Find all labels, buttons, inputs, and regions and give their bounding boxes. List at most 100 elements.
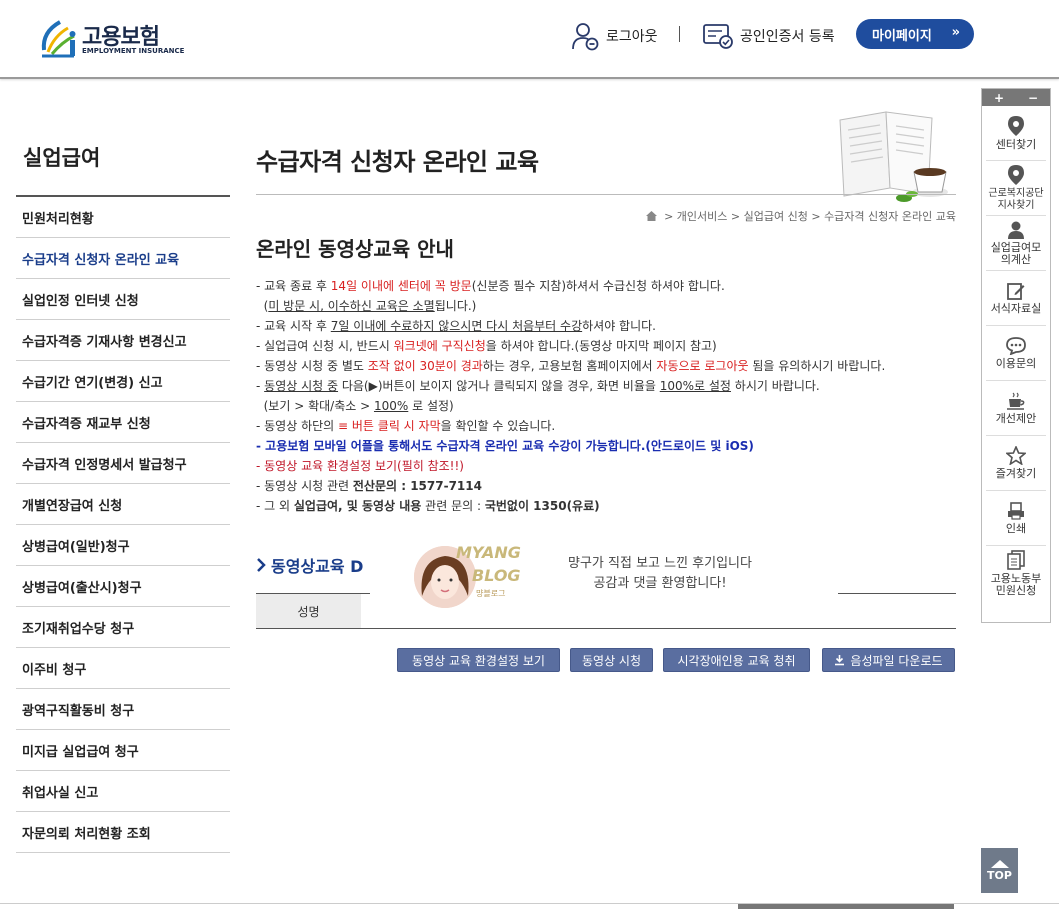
quick-label: 개선제안 xyxy=(995,411,1037,425)
sidebar-item[interactable]: 취업사실 신고 xyxy=(16,771,230,812)
chevron-right-icon xyxy=(257,558,266,572)
notice-line: - 동영상 시청 중 다음(▶)버튼이 보이지 않거나 클릭되지 않을 경우, … xyxy=(256,379,820,393)
chevron-up-icon xyxy=(990,860,1009,868)
sidebar-item[interactable]: 미지급 실업급여 청구 xyxy=(16,730,230,771)
sidebar-item[interactable]: 이주비 청구 xyxy=(16,648,230,689)
breadcrumb-item[interactable]: 수급자격 신청자 온라인 교육 xyxy=(824,208,956,224)
quick-bookmark[interactable]: 즐겨찾기 xyxy=(986,436,1046,491)
notice-line: - 실업급여 신청 시, 반드시 워크넷에 구직신청을 하셔야 합니다.(동영상… xyxy=(256,339,717,353)
mypage-label: 마이페이지 xyxy=(872,28,932,44)
breadcrumb-item[interactable]: 실업급여 신청 xyxy=(744,208,808,224)
blog-overlay-banner: MYANG BLOG 먕블로그 먕구가 직접 보고 느낀 후기입니다 공감과 댓… xyxy=(370,540,838,628)
employment-insurance-logo[interactable]: 고용보험 EMPLOYMENT INSURANCE xyxy=(38,14,184,60)
cert-register-label: 공인인증서 등록 xyxy=(740,29,835,45)
banner-text: 먕구가 직접 보고 느낀 후기입니다 공감과 댓글 환영합니다! xyxy=(568,554,752,594)
banner-logo-sub: 먕블로그 xyxy=(476,589,506,598)
quick-welfare-branch-search[interactable]: 근로복지공단지사찾기 xyxy=(986,161,1046,216)
watch-video-button[interactable]: 동영상 시청 xyxy=(570,648,653,672)
quick-center-search[interactable]: 센터찾기 xyxy=(986,106,1046,161)
quick-label: 실업급여모의계산 xyxy=(990,240,1042,266)
mypage-button[interactable]: 마이페이지 » xyxy=(856,19,974,49)
quick-label: 센터찾기 xyxy=(995,137,1037,151)
sidebar-item-active[interactable]: 수급자격 신청자 온라인 교육 xyxy=(16,238,230,279)
zoom-out-button[interactable]: − xyxy=(1016,89,1050,106)
sidebar-item[interactable]: 수급자격증 기재사항 변경신고 xyxy=(16,320,230,361)
quick-print[interactable]: 인쇄 xyxy=(986,491,1046,546)
footer-bar xyxy=(738,904,954,909)
quick-menu: + − 센터찾기 근로복지공단지사찾기 실업급여모의계산 서식자료실 이용문의 … xyxy=(981,88,1051,623)
quick-label: 고용노동부민원신청 xyxy=(990,572,1042,597)
top-label: TOP xyxy=(987,869,1012,882)
sidebar-item[interactable]: 광역구직활동비 청구 xyxy=(16,689,230,730)
quick-moel-civil[interactable]: 고용노동부민원신청 xyxy=(986,546,1046,601)
breadcrumb-sep: > xyxy=(660,209,677,223)
audio-download-button[interactable]: 음성파일 다운로드 xyxy=(822,648,955,672)
certificate-icon xyxy=(703,24,733,49)
quick-inquiry[interactable]: 이용문의 xyxy=(986,326,1046,381)
coffee-cup-icon xyxy=(1007,392,1025,410)
banner-logo-line2: BLOG xyxy=(472,566,521,585)
quick-label: 인쇄 xyxy=(1005,521,1027,535)
banner-logo-line1: MYANG xyxy=(456,543,521,562)
documents-icon xyxy=(1007,550,1025,570)
double-chevron-right-icon: » xyxy=(951,25,960,40)
edit-document-icon xyxy=(1007,282,1025,300)
logout-link[interactable]: 로그아웃 xyxy=(570,23,658,51)
sidebar-item[interactable]: 개별연장급여 신청 xyxy=(16,484,230,525)
sidebar-item[interactable]: 수급자격증 재교부 신청 xyxy=(16,402,230,443)
sidebar-item[interactable]: 실업인정 인터넷 신청 xyxy=(16,279,230,320)
banner-text-line: 공감과 댓글 환영합니다! xyxy=(593,576,727,591)
location-pin-icon xyxy=(1008,164,1024,185)
subheading-text: 동영상교육 D xyxy=(271,557,364,576)
table-header-name: 성명 xyxy=(256,594,361,628)
sidebar-item[interactable]: 자문의뢰 처리현황 조회 xyxy=(16,812,230,853)
cert-register-link[interactable]: 공인인증서 등록 xyxy=(702,23,835,49)
site-header: 고용보험 EMPLOYMENT INSURANCE 로그아웃 공인인증서 등록 … xyxy=(0,0,1059,79)
quick-label: 즐겨찾기 xyxy=(995,467,1037,480)
breadcrumb: > 개인서비스 > 실업급여 신청 > 수급자격 신청자 온라인 교육 xyxy=(645,208,956,224)
title-divider xyxy=(256,194,956,195)
sidebar-nav: 민원처리현황 수급자격 신청자 온라인 교육 실업인정 인터넷 신청 수급자격증… xyxy=(16,195,230,853)
section-title: 온라인 동영상교육 안내 xyxy=(256,237,454,261)
download-icon xyxy=(835,654,845,665)
quick-benefit-calc[interactable]: 실업급여모의계산 xyxy=(986,216,1046,271)
quick-forms[interactable]: 서식자료실 xyxy=(986,271,1046,326)
sidebar-item[interactable]: 상병급여(일반)청구 xyxy=(16,525,230,566)
sidebar-item[interactable]: 상병급여(출산시)청구 xyxy=(16,566,230,607)
home-icon[interactable] xyxy=(645,211,657,221)
video-edu-subheading: 동영상교육 D xyxy=(256,553,363,577)
notice-line: (보기 > 확대/축소 > 100% 로 설정) xyxy=(256,399,454,413)
download-label: 음성파일 다운로드 xyxy=(850,653,943,668)
quick-menu-zoom: + − xyxy=(982,89,1050,106)
page-title: 수급자격 신청자 온라인 교육 xyxy=(256,148,539,176)
notice-line: - 교육 종료 후 14일 이내에 센터에 꼭 방문(신분증 필수 지참)하셔서… xyxy=(256,279,725,293)
zoom-in-button[interactable]: + xyxy=(982,89,1016,106)
quick-suggestion[interactable]: 개선제안 xyxy=(986,381,1046,436)
visual-impaired-listen-button[interactable]: 시각장애인용 교육 청취 xyxy=(663,648,810,672)
star-icon xyxy=(1006,446,1026,465)
sidebar-item[interactable]: 조기재취업수당 청구 xyxy=(16,607,230,648)
location-pin-icon xyxy=(1008,115,1024,136)
quick-label: 이용문의 xyxy=(995,356,1037,370)
notice-line: (미 방문 시, 이수하신 교육은 소멸됩니다.) xyxy=(256,299,477,313)
notice-list: - 교육 종료 후 14일 이내에 센터에 꼭 방문(신분증 필수 지참)하셔서… xyxy=(256,276,956,516)
sidebar-title: 실업급여 xyxy=(23,146,101,170)
notice-line: - 교육 시작 후 7일 이내에 수료하지 않으시면 다시 처음부터 수강하셔야… xyxy=(256,319,656,333)
printer-icon xyxy=(1008,501,1024,520)
sidebar-item[interactable]: 수급기간 연기(변경) 신고 xyxy=(16,361,230,402)
notice-line: - 동영상 시청 관련 전산문의 : 1577-7114 xyxy=(256,479,482,493)
sidebar-item[interactable]: 민원처리현황 xyxy=(16,197,230,238)
quick-label: 근로복지공단지사찾기 xyxy=(988,187,1044,211)
book-and-coffee-illustration xyxy=(839,111,948,202)
logo-subtitle: EMPLOYMENT INSURANCE xyxy=(82,47,185,55)
env-settings-button[interactable]: 동영상 교육 환경설정 보기 xyxy=(397,648,560,672)
notice-line: - 동영상 하단의 ≡ 버튼 클릭 시 자막을 확인할 수 있습니다. xyxy=(256,419,556,433)
breadcrumb-item[interactable]: 개인서비스 xyxy=(677,208,728,224)
speech-bubble-icon xyxy=(1006,336,1026,355)
sidebar-item[interactable]: 수급자격 인정명세서 발급청구 xyxy=(16,443,230,484)
scroll-top-button[interactable]: TOP xyxy=(981,848,1018,893)
banner-text-line: 먕구가 직접 보고 느낀 후기입니다 xyxy=(568,556,752,571)
logo-mark-icon xyxy=(41,20,76,58)
person-icon xyxy=(1008,221,1024,239)
notice-env-settings-link[interactable]: - 동영상 교육 환경설정 보기(필히 참조!!) xyxy=(256,456,956,476)
